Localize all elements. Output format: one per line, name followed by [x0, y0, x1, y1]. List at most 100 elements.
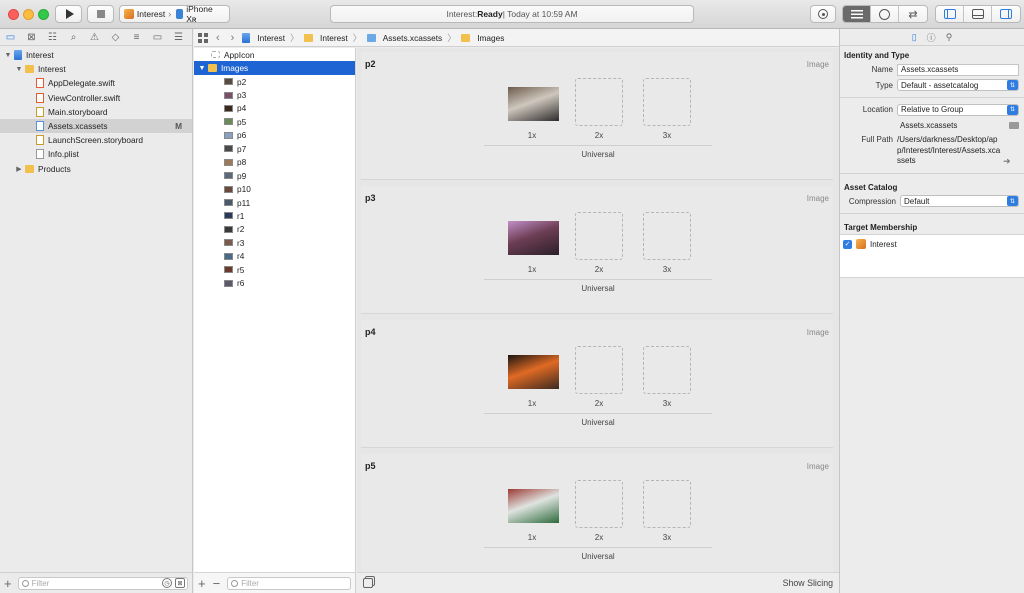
- navigator-item[interactable]: Info.plist: [0, 147, 192, 161]
- breadcrumb-project[interactable]: Interest: [242, 32, 285, 43]
- disclosure-triangle-icon[interactable]: ▼: [4, 52, 12, 59]
- issue-navigator-tab[interactable]: ⚠: [88, 31, 101, 43]
- source-control-filter-icon[interactable]: ⊠: [175, 578, 185, 588]
- asset-item-label: r2: [237, 224, 245, 235]
- breadcrumb-images[interactable]: Images: [461, 33, 504, 43]
- assistant-editor-button[interactable]: [871, 6, 899, 22]
- file-inspector-tab[interactable]: ▯: [912, 32, 917, 43]
- navigator-filter-field[interactable]: Filter ◷ ⊠: [17, 576, 188, 590]
- navigator-item[interactable]: ViewController.swift: [0, 91, 192, 105]
- reveal-in-finder-icon[interactable]: ➜: [1003, 156, 1011, 167]
- add-file-button[interactable]: +: [4, 576, 12, 591]
- report-navigator-tab[interactable]: ☰: [172, 31, 185, 43]
- image-slot-3x[interactable]: [643, 346, 691, 394]
- source-control-navigator-tab[interactable]: ⊠: [25, 31, 38, 43]
- asset-item[interactable]: r3: [194, 236, 355, 249]
- asset-item[interactable]: p2: [194, 75, 355, 88]
- toggle-debug-area-button[interactable]: [964, 6, 992, 22]
- minimize-window-button[interactable]: [23, 9, 34, 20]
- show-slicing-button[interactable]: Show Slicing: [783, 578, 833, 588]
- image-set[interactable]: p3 Image 1x 2x 3x Universal: [361, 186, 833, 314]
- image-slot-2x[interactable]: [575, 78, 623, 126]
- remove-asset-button[interactable]: −: [213, 576, 221, 591]
- related-items-button[interactable]: [198, 32, 208, 43]
- asset-item[interactable]: r5: [194, 263, 355, 276]
- breadcrumb-asset-catalog[interactable]: Assets.xcassets: [366, 33, 442, 43]
- back-button[interactable]: ‹: [216, 32, 220, 44]
- image-slot-1x[interactable]: [508, 212, 559, 260]
- zoom-window-button[interactable]: [38, 9, 49, 20]
- recent-files-icon[interactable]: ◷: [162, 578, 172, 588]
- duplicate-icon[interactable]: [363, 578, 373, 588]
- asset-item[interactable]: p10: [194, 182, 355, 195]
- navigator-item[interactable]: ▼ Interest: [0, 62, 192, 76]
- disclosure-triangle-icon[interactable]: ▶: [15, 165, 23, 173]
- image-slot-1x[interactable]: [508, 346, 559, 394]
- library-button[interactable]: [810, 5, 836, 23]
- scheme-selector[interactable]: Interest › iPhone Xʀ: [119, 4, 230, 24]
- asset-item[interactable]: r6: [194, 276, 355, 289]
- asset-item[interactable]: p7: [194, 142, 355, 155]
- name-field[interactable]: Assets.xcassets: [897, 63, 1019, 76]
- asset-appicon[interactable]: AppIcon: [194, 48, 355, 61]
- breadcrumb-group[interactable]: Interest: [304, 33, 348, 43]
- version-editor-button[interactable]: ⇄: [899, 6, 927, 22]
- navigator-tabs: ▭ ⊠ ☷ ⌕ ⚠ ◇ ≡ ▭ ☰: [0, 29, 192, 46]
- navigator-item[interactable]: LaunchScreen.storyboard: [0, 133, 192, 147]
- navigator-item[interactable]: Assets.xcassets M: [0, 118, 192, 134]
- asset-group-images[interactable]: ▼ Images: [194, 61, 355, 75]
- quick-help-tab[interactable]: ⓘ: [927, 31, 936, 44]
- choose-folder-icon[interactable]: [1009, 121, 1019, 129]
- navigator-item[interactable]: AppDelegate.swift: [0, 76, 192, 90]
- attributes-tab[interactable]: ⚲: [946, 32, 953, 43]
- asset-item[interactable]: p11: [194, 196, 355, 209]
- stop-button[interactable]: [87, 5, 114, 23]
- add-asset-button[interactable]: +: [198, 576, 206, 591]
- asset-item[interactable]: p5: [194, 115, 355, 128]
- disclosure-triangle-icon[interactable]: ▼: [15, 66, 23, 73]
- image-set[interactable]: p4 Image 1x 2x 3x Universal: [361, 320, 833, 448]
- project-navigator-tab[interactable]: ▭: [4, 31, 17, 43]
- image-set[interactable]: p5 Image 1x 2x 3x Universal: [361, 454, 833, 582]
- asset-item[interactable]: r4: [194, 250, 355, 263]
- close-window-button[interactable]: [8, 9, 19, 20]
- navigator-item[interactable]: ▼ Interest: [0, 48, 192, 62]
- image-slot-3x[interactable]: [643, 78, 691, 126]
- image-slot-3x[interactable]: [643, 212, 691, 260]
- image-slot-1x[interactable]: [508, 78, 559, 126]
- standard-editor-button[interactable]: [843, 6, 871, 22]
- image-slot-3x[interactable]: [643, 480, 691, 528]
- location-popup[interactable]: Relative to Group ⇅: [897, 103, 1019, 116]
- compression-popup[interactable]: Default ⇅: [900, 195, 1019, 208]
- disclosure-triangle-icon[interactable]: ▼: [198, 65, 206, 72]
- asset-item[interactable]: p9: [194, 169, 355, 182]
- image-slot-2x[interactable]: [575, 212, 623, 260]
- type-popup[interactable]: Default - assetcatalog ⇅: [897, 79, 1019, 92]
- test-navigator-tab[interactable]: ◇: [109, 31, 122, 43]
- asset-item[interactable]: p4: [194, 102, 355, 115]
- asset-item[interactable]: p8: [194, 156, 355, 169]
- asset-item[interactable]: r1: [194, 209, 355, 222]
- symbol-navigator-tab[interactable]: ☷: [46, 31, 59, 43]
- navigator-footer: + Filter ◷ ⊠: [0, 572, 192, 593]
- forward-button[interactable]: ›: [231, 32, 235, 44]
- image-slot-2x[interactable]: [575, 346, 623, 394]
- toggle-inspector-button[interactable]: [992, 6, 1020, 22]
- navigator-item[interactable]: Main.storyboard: [0, 105, 192, 119]
- asset-item[interactable]: p3: [194, 88, 355, 101]
- navigator-item[interactable]: ▶ Products: [0, 162, 192, 176]
- target-checkbox[interactable]: ✓: [843, 239, 852, 249]
- asset-item[interactable]: r2: [194, 223, 355, 236]
- image-slot-1x[interactable]: [508, 480, 559, 528]
- image-slot-2x[interactable]: [575, 480, 623, 528]
- find-navigator-tab[interactable]: ⌕: [67, 31, 80, 43]
- folder-icon: [25, 65, 34, 74]
- breakpoint-navigator-tab[interactable]: ▭: [151, 31, 164, 43]
- debug-navigator-tab[interactable]: ≡: [130, 31, 143, 43]
- image-set[interactable]: p2 Image 1x 2x 3x Universal: [361, 52, 833, 180]
- run-button[interactable]: [55, 5, 82, 23]
- asset-item[interactable]: p6: [194, 129, 355, 142]
- toggle-navigator-button[interactable]: [936, 6, 964, 22]
- navigator-item-label: Products: [38, 163, 71, 174]
- asset-filter-field[interactable]: Filter: [227, 576, 351, 590]
